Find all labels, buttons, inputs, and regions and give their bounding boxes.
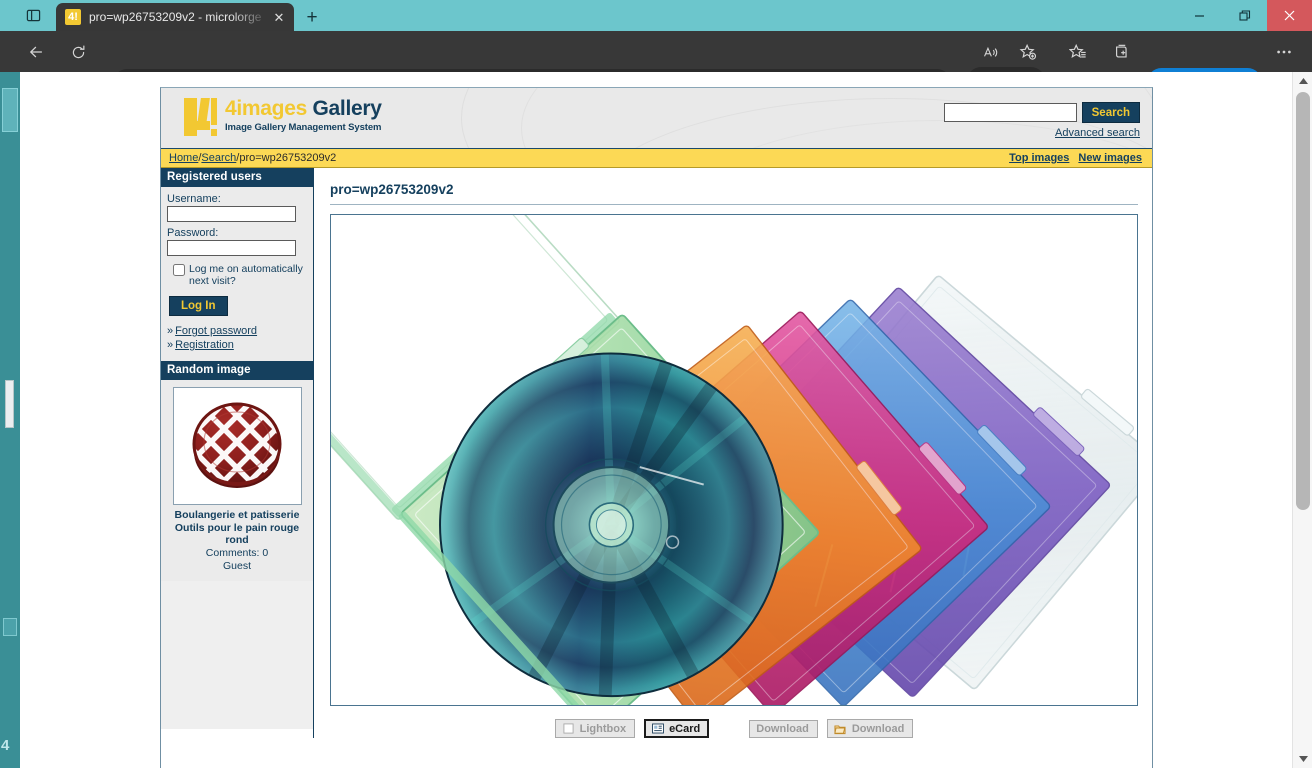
scroll-up-arrow-icon[interactable] (1293, 72, 1312, 90)
forgot-password-link[interactable]: Forgot password (175, 325, 257, 337)
search-button[interactable]: Search (1081, 102, 1140, 123)
download-button[interactable]: Download (749, 719, 818, 738)
breadcrumb-home-link[interactable]: Home (169, 152, 198, 164)
random-image-thumbnail[interactable] (172, 387, 302, 506)
scroll-down-arrow-icon[interactable] (1293, 750, 1312, 768)
window-controls (1177, 0, 1312, 31)
login-button[interactable]: Log In (169, 296, 228, 317)
advanced-search-link[interactable]: Advanced search (944, 127, 1140, 139)
left-edge-strip: 4 (0, 72, 20, 768)
back-arrow-icon[interactable] (24, 40, 48, 64)
random-image-panel: Boulangerie et patisserie Outils pour le… (161, 380, 313, 582)
login-panel: Username: Password: Log me on automatica… (161, 187, 313, 362)
random-image-comments: Comments: 0 (205, 547, 269, 560)
top-images-link[interactable]: Top images (1009, 152, 1069, 164)
detail-image-frame[interactable] (330, 214, 1138, 706)
collections-icon[interactable] (1110, 40, 1134, 64)
minimize-icon[interactable] (1177, 0, 1222, 31)
red-lattice-bread-mold-thumbnail (192, 402, 282, 489)
folder-download-icon (834, 722, 847, 735)
download-label: Download (756, 722, 809, 735)
breadcrumb: Home/Search/pro=wp26753209v2 (169, 152, 1009, 164)
breadcrumb-current: pro=wp26753209v2 (239, 152, 337, 164)
site-logo[interactable]: 4images Gallery Image Gallery Management… (184, 97, 382, 136)
left-strip-fragment-middle (5, 380, 14, 428)
password-input[interactable] (167, 240, 296, 256)
4images-favicon: 4! (65, 9, 81, 25)
read-aloud-icon[interactable] (978, 40, 1002, 64)
registered-users-heading: Registered users (161, 168, 313, 187)
logo-title-secondary: Gallery (312, 97, 382, 120)
logo-subtitle: Image Gallery Management System (225, 122, 382, 134)
remember-me-row[interactable]: Log me on automatically next visit? (173, 263, 307, 287)
window-close-icon[interactable] (1267, 0, 1312, 31)
download-zip-button[interactable]: Download (826, 719, 914, 738)
breadcrumb-search-link[interactable]: Search (201, 152, 236, 164)
ecard-label: eCard (669, 722, 701, 735)
browser-tab[interactable]: 4! pro=wp26753209v2 - microlorge ✕ (56, 3, 294, 31)
page-viewport: 4images Gallery Image Gallery Management… (20, 72, 1292, 768)
title-divider (330, 204, 1138, 205)
main-content: pro=wp26753209v2 Lightbox eCard Download… (314, 168, 1152, 738)
sidebar: Registered users Username: Password: Log… (161, 168, 314, 738)
left-strip-fragment-lower (3, 618, 17, 636)
remember-me-label: Log me on automatically next visit? (189, 263, 303, 288)
browser-titlebar: 4! pro=wp26753209v2 - microlorge ✕ + (0, 0, 1312, 31)
ecard-button[interactable]: eCard (644, 719, 710, 738)
restore-icon[interactable] (1222, 0, 1267, 31)
random-image-caption: Boulangerie et patisserie Outils pour le… (174, 509, 300, 546)
remember-me-checkbox[interactable] (173, 264, 185, 276)
browser-window: 4! pro=wp26753209v2 - microlorge ✕ + 4 4… (0, 0, 1312, 768)
tab-search-icon[interactable] (22, 5, 44, 26)
page-title: pro=wp26753209v2 (330, 182, 454, 197)
4images-gallery-site: 4images Gallery Image Gallery Management… (160, 87, 1153, 768)
new-tab-button[interactable]: + (300, 6, 324, 28)
favorites-icon[interactable] (1066, 40, 1090, 64)
chevron-icon: » (167, 339, 174, 352)
random-image-author: Guest (222, 560, 251, 573)
chevron-icon: » (167, 325, 174, 338)
sidebar-filler (161, 581, 313, 730)
left-strip-fragment-top (2, 88, 18, 132)
lightbox-icon (562, 722, 575, 735)
stack-of-colored-cd-jewel-cases (331, 215, 1137, 705)
ecard-icon (651, 722, 664, 735)
breadcrumb-bar: Home/Search/pro=wp26753209v2 Top images … (161, 149, 1152, 168)
new-images-link[interactable]: New images (1078, 152, 1142, 164)
search-input[interactable] (943, 103, 1077, 122)
browser-toolbar: https://microlorge.net/ecards/details.ph… (0, 31, 1312, 98)
close-icon[interactable]: ✕ (270, 8, 288, 26)
username-label: Username: (167, 193, 221, 205)
lightbox-button[interactable]: Lightbox (554, 719, 636, 738)
lightbox-label: Lightbox (579, 722, 627, 735)
site-header: 4images Gallery Image Gallery Management… (161, 88, 1152, 149)
random-image-heading: Random image (161, 361, 313, 381)
logo-title-primary: 4images (225, 97, 307, 120)
registration-link[interactable]: Registration (175, 339, 234, 351)
settings-more-icon[interactable] (1272, 40, 1296, 64)
site-body: Registered users Username: Password: Log… (161, 168, 1152, 738)
scrollbar-thumb[interactable] (1296, 92, 1310, 510)
account-links: » Forgot password » Registration (167, 325, 307, 351)
download-zip-label: Download (851, 722, 905, 735)
4images-logo-mark (184, 98, 217, 136)
tab-title: pro=wp26753209v2 - microlorge (89, 10, 262, 24)
password-label: Password: (167, 227, 219, 239)
image-actions: Lightbox eCard Download Download (330, 719, 1138, 738)
page-scrollbar[interactable] (1292, 72, 1312, 768)
add-favorite-icon[interactable] (1016, 40, 1040, 64)
header-search-area: Search Advanced search (943, 102, 1140, 139)
reload-icon[interactable] (66, 40, 90, 64)
username-input[interactable] (167, 206, 296, 222)
left-strip-fragment-glyph: 4 (1, 737, 10, 754)
